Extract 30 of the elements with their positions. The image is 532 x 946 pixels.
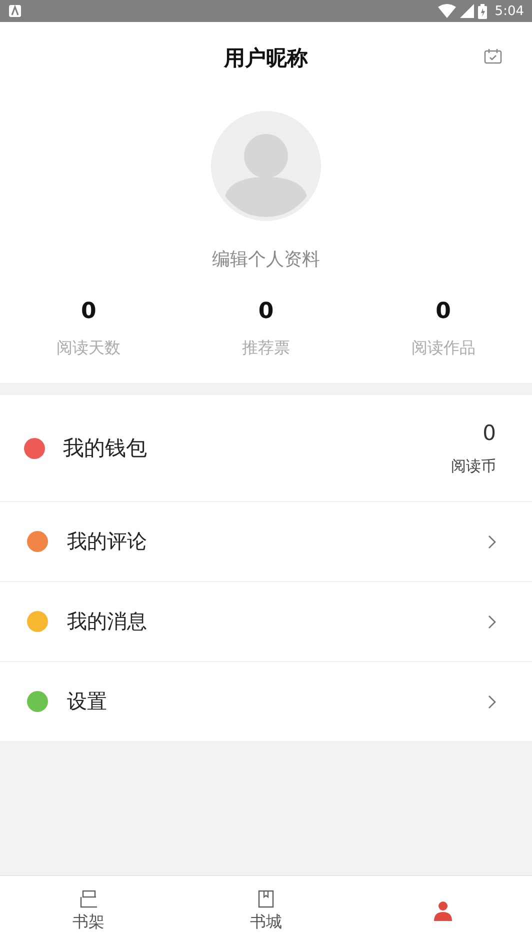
- stat-value: 0: [436, 299, 451, 324]
- wifi-icon: [438, 4, 456, 18]
- check-in-button[interactable]: [484, 48, 502, 64]
- stat-label: 推荐票: [242, 338, 290, 359]
- person-icon: [433, 901, 454, 921]
- book-icon: [258, 890, 274, 908]
- menu-label: 设置: [67, 688, 108, 715]
- tab[interactable]: 书城: [177, 876, 355, 946]
- menu-label: 我的钱包: [63, 435, 148, 462]
- page-title: 用户昵称: [224, 45, 308, 72]
- menu-label: 我的评论: [67, 528, 148, 555]
- chevron-right-icon: [488, 534, 496, 548]
- coin-unit: 阅读币: [451, 456, 496, 476]
- shelf-icon: [80, 890, 98, 908]
- stat-value: 0: [258, 299, 274, 324]
- notification-icon: [8, 4, 22, 18]
- edit-profile-link[interactable]: 编辑个人资料: [212, 247, 320, 271]
- battery-icon: [478, 4, 487, 18]
- coin-count: 0: [482, 420, 496, 444]
- tab[interactable]: 书架: [0, 876, 178, 946]
- chevron-right-icon: [488, 614, 496, 628]
- clock: 5:04: [494, 4, 524, 18]
- chevron-right-icon: [488, 694, 496, 708]
- calendar-check-icon: [484, 48, 502, 64]
- avatar[interactable]: [211, 111, 321, 221]
- menu-label: 我的消息: [67, 608, 148, 635]
- stat-label: 阅读天数: [56, 338, 121, 359]
- signal-icon: [460, 4, 474, 18]
- stat-value: 0: [81, 299, 96, 324]
- stat-label: 阅读作品: [411, 338, 476, 359]
